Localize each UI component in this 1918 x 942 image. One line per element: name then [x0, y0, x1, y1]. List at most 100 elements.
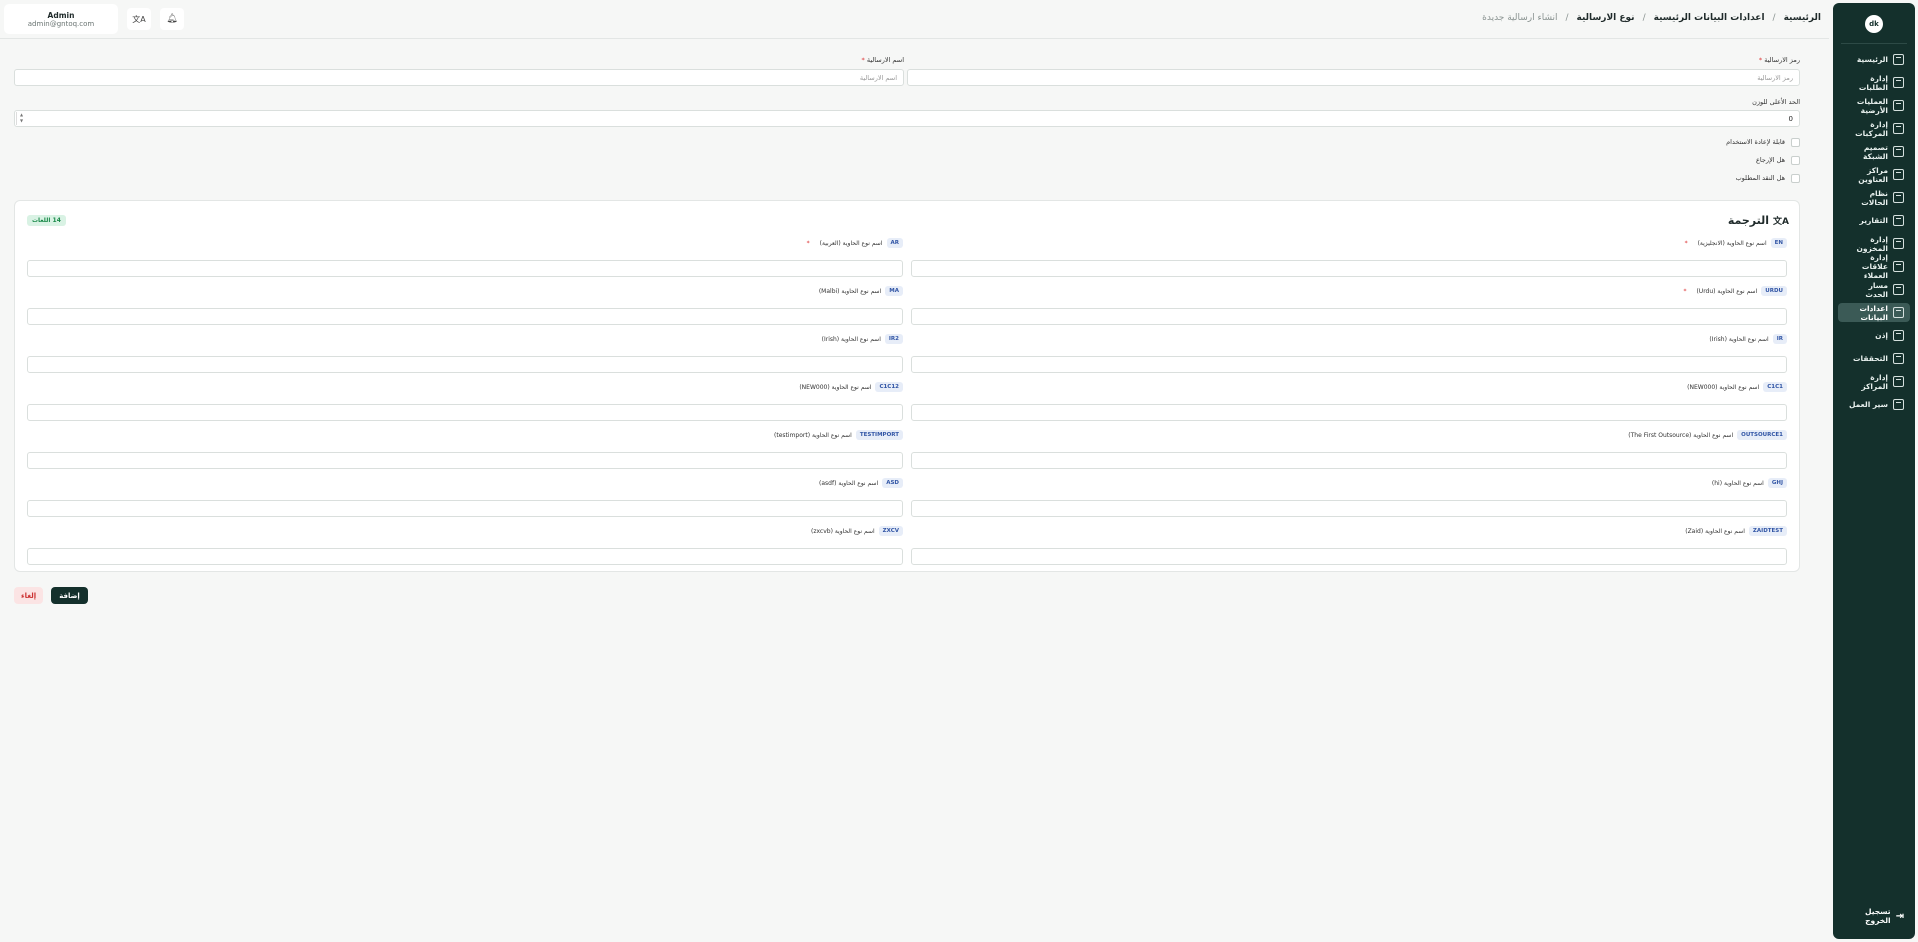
reusable-option[interactable]: قابلة لإعادة الاستخدام [1726, 137, 1800, 147]
translation-input[interactable] [911, 260, 1787, 277]
translation-input[interactable] [27, 452, 903, 469]
logout-button[interactable]: ⇥ تسجيل الخروج [1838, 907, 1910, 925]
translation-input[interactable] [911, 308, 1787, 325]
options-checkboxes: قابلة لإعادة الاستخدام هل الإرجاع هل الن… [1726, 137, 1800, 191]
translation-field-zxcv: ZXCV اسم نوع الحاوية (zxcvb) [27, 525, 903, 565]
breadcrumb-current: انشاء ارسالية جديدة [1482, 13, 1558, 23]
translation-input[interactable] [27, 308, 903, 325]
translation-input[interactable] [911, 500, 1787, 517]
reusable-label: قابلة لإعادة الاستخدام [1726, 138, 1785, 146]
translation-input[interactable] [911, 548, 1787, 565]
sidebar-item-0[interactable]: الرئيسية [1838, 50, 1910, 69]
translation-field-header: ZAIDTEST اسم نوع الحاوية (Zaid) [911, 525, 1787, 537]
translation-field-c1c1: C1C1 اسم نوع الحاوية (NEW000) [911, 381, 1787, 421]
bell-icon: 🔔︎ [166, 14, 178, 24]
language-tag: ZXCV [878, 526, 903, 536]
users-icon [1893, 330, 1904, 341]
translation-input[interactable] [27, 500, 903, 517]
weight-stepper[interactable]: ▲ ▼ [16, 112, 26, 125]
language-tag: ASD [882, 478, 903, 488]
is-return-option[interactable]: هل الإرجاع [1726, 155, 1800, 165]
truck-icon [1893, 123, 1904, 134]
required-marker: * [1684, 239, 1688, 247]
user-profile[interactable]: Admin admin@gntoq.com [4, 4, 118, 34]
translation-field-ghj: GHJ اسم نوع الحاوية (hi) [911, 477, 1787, 517]
breadcrumb-separator: / [1772, 13, 1776, 23]
language-button[interactable]: 文A [127, 8, 151, 30]
sidebar-item-14[interactable]: إدارة المراكز [1838, 372, 1910, 391]
translation-input[interactable] [27, 356, 903, 373]
max-weight-value: 0 [1788, 114, 1793, 123]
reusable-checkbox[interactable] [1791, 137, 1800, 147]
centers-icon [1893, 376, 1904, 387]
translation-field-header: IR اسم نوع الحاوية (Irish) [911, 333, 1787, 345]
is-return-label: هل الإرجاع [1756, 156, 1785, 164]
sidebar-item-2[interactable]: العمليات الأرضية [1838, 96, 1910, 115]
sidebar-item-10[interactable]: مسار الحدث [1838, 280, 1910, 299]
breadcrumb-master-data[interactable]: اعدادات البيانات الرئيسية [1654, 13, 1765, 23]
sidebar-item-15[interactable]: سير العمل [1838, 395, 1910, 414]
sidebar-item-4[interactable]: تصميم الشبكة [1838, 142, 1910, 161]
notifications-button[interactable]: 🔔︎ [160, 8, 184, 30]
sidebar-item-label: التحققات [1852, 354, 1888, 363]
code-input[interactable]: رمز الارسالية [907, 69, 1800, 86]
sidebar-item-label: سير العمل [1848, 400, 1888, 409]
translation-field-label: اسم نوع الحاوية (NEW000) [1687, 383, 1760, 391]
languages-count-badge: 14 اللغات [27, 215, 66, 226]
translate-icon: 文A [1773, 217, 1789, 227]
cancel-button[interactable]: إلغاء [14, 587, 44, 604]
breadcrumb-shipment-type[interactable]: نوع الارسالية [1577, 13, 1635, 23]
form-actions: إضافة إلغاء [14, 587, 88, 604]
translation-field-label: اسم نوع الحاوية (testimport) [774, 431, 852, 439]
translation-field-en: EN اسم نوع الحاوية (الانجليزية) * [911, 237, 1787, 277]
translation-input[interactable] [27, 260, 903, 277]
sidebar-item-label: اعدادات البيانات [1859, 303, 1888, 322]
sidebar-divider [1841, 43, 1907, 44]
sidebar-item-label: إدارة الطلبات [1858, 73, 1888, 92]
cash-required-checkbox[interactable] [1791, 173, 1800, 183]
sidebar-item-6[interactable]: نظام الحالات [1838, 188, 1910, 207]
verify-icon [1893, 353, 1904, 364]
sidebar-item-5[interactable]: مراكز العناوين [1838, 165, 1910, 184]
language-tag: ZAIDTEST [1748, 526, 1787, 536]
translation-field-header: ASD اسم نوع الحاوية (asdf) [27, 477, 903, 489]
sidebar-item-12[interactable]: إذن [1838, 326, 1910, 345]
breadcrumb: الرئيسية / اعدادات البيانات الرئيسية / ن… [1482, 13, 1821, 23]
sidebar-item-11[interactable]: اعدادات البيانات [1838, 303, 1910, 322]
database-icon [1893, 307, 1904, 318]
translation-input[interactable] [911, 404, 1787, 421]
translation-card: 文A الترجمة 14 اللغات EN اسم نوع الحاوية (… [14, 200, 1800, 572]
translation-input[interactable] [27, 548, 903, 565]
top-header: الرئيسية / اعدادات البيانات الرئيسية / ن… [0, 0, 1829, 39]
language-tag: AR [886, 238, 903, 248]
breadcrumb-home[interactable]: الرئيسية [1784, 13, 1821, 23]
translation-input[interactable] [27, 404, 903, 421]
translation-input[interactable] [911, 356, 1787, 373]
max-weight-field: الحد الأعلى للوزن 0 ▲ ▼ [14, 98, 1800, 127]
name-field: اسم الارسالية * اسم الارسالية [14, 56, 904, 86]
add-button[interactable]: إضافة [51, 587, 88, 604]
sidebar-item-13[interactable]: التحققات [1838, 349, 1910, 368]
sidebar-item-7[interactable]: التقارير [1838, 211, 1910, 230]
max-weight-input[interactable]: 0 ▲ ▼ [14, 110, 1800, 127]
sidebar-item-label: إدارة المراكز [1861, 372, 1888, 391]
translation-input[interactable] [911, 452, 1787, 469]
cash-required-option[interactable]: هل النقد المطلوب [1726, 173, 1800, 183]
language-tag: OUTSOURCE1 [1737, 430, 1787, 440]
sidebar: dk الرئيسية إدارة الطلبات العمليات الأرضية… [1833, 3, 1915, 939]
language-tag: C1C12 [875, 382, 903, 392]
sidebar-item-3[interactable]: إدارة المركبات [1838, 119, 1910, 138]
sidebar-item-label: إدارة المركبات [1855, 119, 1888, 138]
sidebar-nav: الرئيسية إدارة الطلبات العمليات الأرضية إدا… [1838, 50, 1910, 418]
sidebar-item-label: مسار الحدث [1865, 280, 1888, 299]
is-return-checkbox[interactable] [1791, 155, 1800, 165]
translation-field-ir: IR اسم نوع الحاوية (Irish) [911, 333, 1787, 373]
translation-field-header: ZXCV اسم نوع الحاوية (zxcvb) [27, 525, 903, 537]
sidebar-item-8[interactable]: إدارة المخزون [1838, 234, 1910, 253]
status-icon [1893, 192, 1904, 203]
name-input[interactable]: اسم الارسالية [14, 69, 904, 86]
location-icon [1893, 169, 1904, 180]
translation-field-header: MA اسم نوع الحاوية (Malbi) [27, 285, 903, 297]
sidebar-item-1[interactable]: إدارة الطلبات [1838, 73, 1910, 92]
sidebar-item-9[interactable]: إدارة علاقات العملاء [1838, 253, 1910, 280]
